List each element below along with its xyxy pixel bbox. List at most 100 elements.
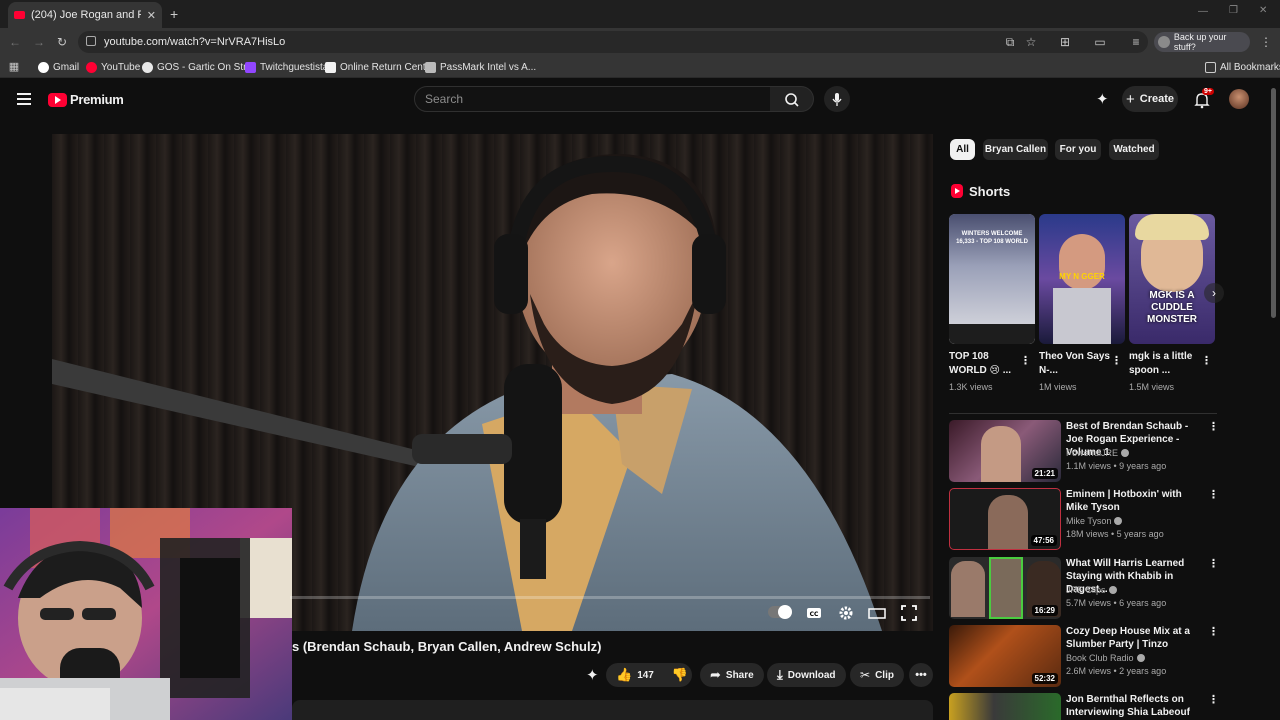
rec-channel[interactable]: Mike Tyson: [1066, 516, 1123, 526]
extensions-icon[interactable]: ⊞: [1058, 35, 1072, 49]
more-vert-icon[interactable]: ⋮: [1208, 420, 1219, 434]
cast-icon[interactable]: ▭: [1093, 35, 1107, 49]
rec-thumbnail[interactable]: 47:56: [949, 488, 1061, 550]
minimize-icon[interactable]: —: [1198, 6, 1208, 17]
twitch-icon: [245, 61, 256, 73]
short-views: 1.3K views: [949, 382, 993, 392]
rec-thumbnail[interactable]: 21:21: [949, 420, 1061, 482]
all-bookmarks[interactable]: All Bookmarks: [1205, 60, 1280, 74]
video-title: s (Brendan Schaub, Bryan Callen, Andrew …: [292, 639, 602, 654]
more-vert-icon[interactable]: ⋮: [1208, 625, 1219, 639]
maximize-icon[interactable]: ❐: [1229, 5, 1238, 16]
bookmark-star-icon[interactable]: ☆: [1024, 35, 1038, 49]
short-title[interactable]: mgk is a little spoon ...: [1129, 350, 1201, 378]
more-vert-icon[interactable]: ⋮: [1208, 693, 1219, 707]
bookmark-gartic[interactable]: GOS - Gartic On Str...: [142, 60, 254, 74]
rec-thumbnail[interactable]: 16:29: [949, 557, 1061, 619]
webcam-feed-image: [0, 508, 292, 720]
rec-thumbnail[interactable]: [949, 693, 1061, 720]
create-button[interactable]: + Create: [1122, 86, 1178, 112]
menu-hamburger-icon[interactable]: [17, 93, 31, 105]
short-title[interactable]: Theo Von Says N-...: [1039, 350, 1111, 378]
forward-icon[interactable]: →: [32, 35, 46, 49]
bookmark-youtube[interactable]: YouTube: [86, 60, 140, 74]
reload-icon[interactable]: ↻: [55, 35, 69, 49]
progress-bar[interactable]: [290, 596, 930, 599]
theater-mode-button[interactable]: [868, 604, 886, 622]
bookmark-gmail[interactable]: Gmail: [38, 60, 79, 74]
browser-tab[interactable]: (204) Joe Rogan and Friends: G ✕: [8, 2, 162, 28]
more-vert-icon[interactable]: ⋮: [1020, 354, 1031, 368]
site-info-icon[interactable]: [86, 36, 96, 46]
duration-badge: 21:21: [1031, 468, 1058, 479]
short-thumbnail[interactable]: WINTERS WELCOME 16,333 - TOP 108 WORLD: [949, 214, 1035, 344]
install-app-icon[interactable]: ⧉: [1003, 35, 1017, 49]
microphone-icon: [832, 93, 842, 106]
duration-badge: 16:29: [1031, 605, 1058, 616]
backup-prompt-button[interactable]: Back up your stuff?: [1154, 32, 1250, 52]
window-close-icon[interactable]: ✕: [1259, 5, 1267, 16]
rec-channel[interactable]: Book Club Radio: [1066, 653, 1145, 663]
browser-tab-strip: (204) Joe Rogan and Friends: G ✕ + — ❐ ✕: [0, 0, 1280, 28]
rec-title[interactable]: Cozy Deep House Mix at a Slumber Party |…: [1066, 625, 1202, 651]
notifications-button[interactable]: 9+: [1193, 88, 1214, 109]
search-input[interactable]: Search: [414, 86, 771, 112]
address-bar[interactable]: youtube.com/watch?v=NrVRA7HisLo: [78, 31, 1148, 53]
download-button[interactable]: ⤓ Download: [767, 663, 846, 687]
rec-channel[interactable]: JRE Clips: [1066, 585, 1117, 595]
voice-search-button[interactable]: [824, 86, 850, 112]
description-box[interactable]: [292, 700, 933, 720]
more-vert-icon[interactable]: ⋮: [1208, 557, 1219, 571]
premium-sparkle-icon[interactable]: ✦: [1096, 90, 1109, 108]
clip-button[interactable]: ✂ Clip: [850, 663, 904, 687]
apps-grid-icon[interactable]: ▦: [7, 60, 21, 74]
rec-thumbnail[interactable]: 52:32: [949, 625, 1061, 687]
rec-meta: 2.6M views • 2 years ago: [1066, 666, 1167, 676]
chip-watched[interactable]: Watched: [1109, 139, 1159, 160]
rec-meta: 1.1M views • 9 years ago: [1066, 461, 1167, 471]
short-views: 1M views: [1039, 382, 1077, 392]
rec-title[interactable]: Jon Bernthal Reflects on Interviewing Sh…: [1066, 693, 1202, 719]
more-vert-icon[interactable]: ⋮: [1111, 354, 1122, 368]
google-icon: [142, 61, 153, 73]
tab-close-icon[interactable]: ✕: [147, 9, 156, 22]
captions-button[interactable]: CC: [805, 604, 823, 622]
account-avatar[interactable]: [1229, 89, 1249, 109]
more-actions-button[interactable]: •••: [909, 663, 933, 687]
short-thumbnail[interactable]: MY N GGER: [1039, 214, 1125, 344]
short-title[interactable]: TOP 108 WORLD 😢 ...: [949, 350, 1021, 378]
more-vert-icon[interactable]: ⋮: [1201, 354, 1212, 368]
short-thumbnail[interactable]: MGK IS A CUDDLE MONSTER: [1129, 214, 1215, 344]
chip-all[interactable]: All: [950, 139, 975, 160]
back-icon[interactable]: ←: [8, 35, 22, 49]
thumbs-up-icon[interactable]: 👍: [616, 667, 632, 683]
verified-icon: [1108, 586, 1117, 594]
share-icon: ➦: [710, 667, 721, 682]
premium-sparkle-icon[interactable]: ✦: [586, 666, 599, 684]
play-icon: [778, 605, 792, 619]
thumbs-down-icon[interactable]: 👎: [672, 667, 688, 683]
rec-title[interactable]: Eminem | Hotboxin' with Mike Tyson: [1066, 488, 1202, 514]
youtube-favicon-icon: [14, 11, 25, 19]
chip-bryan-callen[interactable]: Bryan Callen: [983, 139, 1048, 160]
shorts-next-button[interactable]: ›: [1204, 283, 1224, 303]
reading-list-icon[interactable]: ≡: [1129, 35, 1143, 49]
short-overlay-text: WINTERS WELCOME 16,333 - TOP 108 WORLD: [956, 231, 1028, 245]
autoplay-toggle[interactable]: [768, 605, 792, 619]
browser-menu-icon[interactable]: ⋮: [1259, 35, 1273, 49]
fullscreen-button[interactable]: [900, 604, 918, 622]
more-vert-icon[interactable]: ⋮: [1208, 488, 1219, 502]
page-scrollbar[interactable]: [1271, 88, 1276, 318]
share-button[interactable]: ➦ Share: [700, 663, 764, 687]
settings-button[interactable]: [837, 604, 855, 622]
theater-mode-icon: [868, 608, 886, 619]
bookmark-passmark[interactable]: PassMark Intel vs A...: [425, 60, 536, 74]
youtube-logo[interactable]: Premium: [48, 92, 124, 107]
backup-label: Back up your stuff?: [1173, 32, 1227, 52]
bookmark-return-center[interactable]: Online Return Center: [325, 60, 435, 74]
rec-channel[interactable]: PowerfulJRE: [1066, 448, 1130, 458]
bookmark-twitch[interactable]: Twitchguestistar: [245, 60, 332, 74]
search-button[interactable]: [770, 86, 814, 112]
new-tab-icon[interactable]: +: [170, 6, 178, 22]
chip-for-you[interactable]: For you: [1055, 139, 1101, 160]
